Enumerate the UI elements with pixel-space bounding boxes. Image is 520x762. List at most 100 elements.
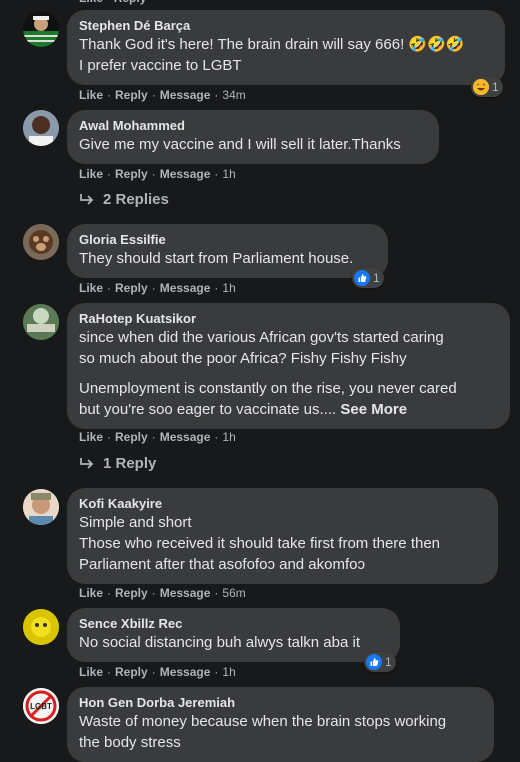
comment-text-line: since when did the various African gov't… — [79, 329, 444, 346]
like-link[interactable]: Like — [79, 0, 103, 5]
comment-bubble: Awal Mohammed Give me my vaccine and I w… — [67, 110, 439, 164]
message-link[interactable]: Message — [160, 665, 211, 679]
comment-bubble: RaHotep Kuatsikor since when did the var… — [67, 303, 510, 429]
comment-actions: Like · Reply · Message · 1h — [79, 280, 236, 296]
avatar[interactable] — [23, 609, 59, 645]
timestamp[interactable]: 1h — [222, 167, 235, 181]
comment-actions: Like · Reply · Message · 1h — [79, 166, 236, 182]
like-link[interactable]: Like — [79, 586, 103, 600]
separator: · — [151, 430, 156, 444]
separator: · — [107, 167, 112, 181]
view-replies-link[interactable]: 1 Reply — [79, 455, 156, 472]
timestamp[interactable]: 1h — [222, 281, 235, 295]
comment-text-line: No social distancing buh alwys talkn aba… — [79, 634, 360, 651]
timestamp[interactable]: 1h — [222, 665, 235, 679]
top-partial-actions: Like · Reply — [79, 0, 146, 5]
separator: · — [214, 665, 219, 679]
see-more-link[interactable]: See More — [340, 401, 407, 418]
comment-actions: Like · Reply · Message · 34m — [79, 87, 246, 103]
comment-text-line: Thank God it's here! The brain drain wil… — [79, 36, 465, 53]
message-link[interactable]: Message — [160, 88, 211, 102]
comment-author[interactable]: Stephen Dé Barça — [79, 18, 493, 34]
laughing-emoji-icon — [473, 79, 489, 95]
comment-bubble: Hon Gen Dorba Jeremiah Waste of money be… — [67, 687, 494, 762]
comment-text-line: I prefer vaccine to LGBT — [79, 57, 242, 74]
separator: · — [214, 88, 219, 102]
separator: · — [107, 88, 112, 102]
comment-text-line: They should start from Parliament house. — [79, 250, 354, 267]
reply-link[interactable]: Reply — [114, 0, 147, 5]
timestamp[interactable]: 34m — [222, 88, 245, 102]
avatar[interactable] — [23, 11, 59, 47]
reaction-count[interactable]: 1 — [471, 77, 503, 97]
separator: · — [151, 167, 156, 181]
comment-text-line: Give me my vaccine and I will sell it la… — [79, 136, 401, 153]
like-link[interactable]: Like — [79, 281, 103, 295]
comment-author[interactable]: Awal Mohammed — [79, 118, 427, 134]
avatar[interactable] — [23, 304, 59, 340]
comment-text-line: Unemployment is constantly on the rise, … — [79, 380, 457, 397]
comment-actions: Like · Reply · Message · 1h — [79, 429, 236, 445]
avatar[interactable] — [23, 489, 59, 525]
separator: · — [214, 586, 219, 600]
reaction-number: 1 — [373, 271, 380, 285]
reply-link[interactable]: Reply — [115, 430, 148, 444]
comment-text-line: Parliament after that asofofoɔ and akomf… — [79, 556, 365, 573]
reaction-count[interactable]: 1 — [352, 268, 384, 288]
comment-actions: Like · Reply · Message · 56m — [79, 585, 246, 601]
avatar[interactable] — [23, 110, 59, 146]
like-icon — [366, 654, 382, 670]
comment-bubble: Gloria Essilfie They should start from P… — [67, 224, 388, 278]
message-link[interactable]: Message — [160, 586, 211, 600]
comment-author[interactable]: Kofi Kaakyire — [79, 496, 486, 512]
separator: · — [151, 665, 156, 679]
comment-text-line: Those who received it should take first … — [79, 535, 441, 552]
comment-text-line: but you're soo eager to vaccinate us....… — [79, 399, 498, 420]
comment-bubble: Sence Xbillz Rec No social distancing bu… — [67, 608, 400, 662]
separator: · — [106, 0, 110, 5]
reaction-count[interactable]: 1 — [364, 652, 396, 672]
message-link[interactable]: Message — [160, 167, 211, 181]
message-link[interactable]: Message — [160, 281, 211, 295]
comment-actions: Like · Reply · Message · 1h — [79, 664, 236, 680]
comment-text-fragment: but you're soo eager to vaccinate us.... — [79, 401, 341, 418]
avatar[interactable]: LGBT — [23, 688, 59, 724]
comment-author[interactable]: RaHotep Kuatsikor — [79, 311, 498, 327]
separator: · — [214, 430, 219, 444]
reaction-number: 1 — [492, 80, 499, 94]
reply-arrow-icon — [80, 193, 94, 205]
comment-author[interactable]: Sence Xbillz Rec — [79, 616, 388, 632]
separator: · — [151, 281, 156, 295]
reaction-number: 1 — [385, 655, 392, 669]
reply-link[interactable]: Reply — [115, 281, 148, 295]
reply-link[interactable]: Reply — [115, 586, 148, 600]
view-replies-link[interactable]: 2 Replies — [79, 191, 169, 208]
comment-author[interactable]: Gloria Essilfie — [79, 232, 376, 248]
like-icon — [354, 270, 370, 286]
separator: · — [151, 88, 156, 102]
separator: · — [107, 586, 112, 600]
comment-text-line: Waste of money because when the brain st… — [79, 713, 447, 730]
comment-bubble: Stephen Dé Barça Thank God it's here! Th… — [67, 10, 505, 85]
comment-bubble: Kofi Kaakyire Simple and short Those who… — [67, 488, 498, 584]
separator: · — [107, 430, 112, 444]
separator: · — [214, 281, 219, 295]
separator: · — [107, 281, 112, 295]
like-link[interactable]: Like — [79, 88, 103, 102]
comment-text-line: Simple and short — [79, 514, 192, 531]
reply-arrow-icon — [80, 457, 94, 469]
like-link[interactable]: Like — [79, 167, 103, 181]
timestamp[interactable]: 56m — [222, 586, 245, 600]
like-link[interactable]: Like — [79, 430, 103, 444]
comment-author[interactable]: Hon Gen Dorba Jeremiah — [79, 695, 482, 711]
message-link[interactable]: Message — [160, 430, 211, 444]
reply-link[interactable]: Reply — [115, 167, 148, 181]
reply-link[interactable]: Reply — [115, 88, 148, 102]
reply-link[interactable]: Reply — [115, 665, 148, 679]
comment-text-line: so much about the poor Africa? Fishy Fis… — [79, 350, 407, 367]
avatar[interactable] — [23, 224, 59, 260]
avatar-logo-text: LGBT — [30, 702, 52, 711]
replies-count: 1 Reply — [103, 455, 157, 472]
timestamp[interactable]: 1h — [222, 430, 235, 444]
like-link[interactable]: Like — [79, 665, 103, 679]
